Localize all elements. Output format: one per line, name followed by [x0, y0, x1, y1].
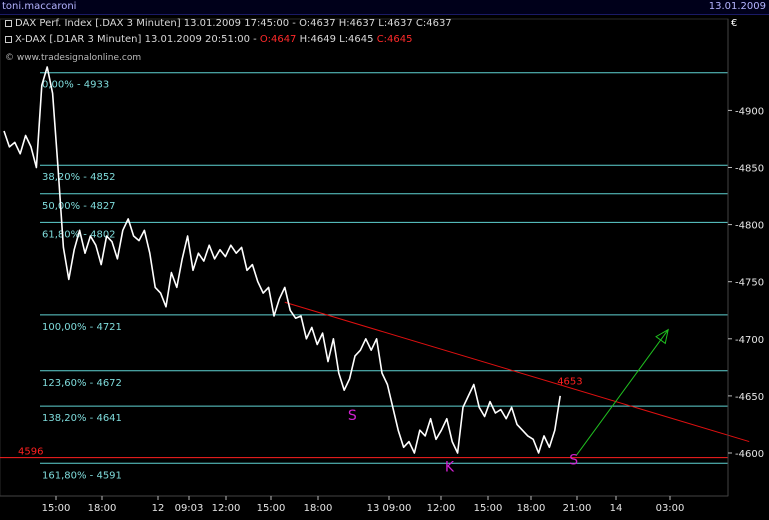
x-tick-label: 18:00	[517, 503, 546, 514]
y-tick-label: -4800	[735, 221, 764, 232]
y-tick-label: -4850	[735, 164, 764, 175]
fib-label: 161,80% - 4591	[42, 470, 122, 481]
title-bar: toni.maccaroni 13.01.2009	[0, 0, 769, 15]
x-tick-label: 12	[152, 503, 165, 514]
currency-symbol: €	[731, 18, 738, 29]
fib-label: 50,00% - 4827	[42, 201, 116, 212]
legend-dax-text: DAX Perf. Index [.DAX 3 Minuten] 13.01.2…	[15, 18, 452, 29]
fib-label: 138,20% - 4641	[42, 413, 122, 424]
user-name: toni.maccaroni	[2, 1, 77, 12]
y-tick-label: -4600	[735, 449, 764, 460]
legend-xdax-open: O:4647	[259, 34, 297, 45]
pattern-label: S	[569, 452, 578, 468]
fib-label: 38,20% - 4852	[42, 172, 116, 183]
x-tick-label: 03:00	[656, 503, 685, 514]
support-label: 4596	[18, 447, 43, 458]
x-tick-label: 12:00	[212, 503, 241, 514]
legend-dax: DAX Perf. Index [.DAX 3 Minuten] 13.01.2…	[5, 18, 452, 29]
x-tick-label: 14	[610, 503, 623, 514]
fib-label: 100,00% - 4721	[42, 322, 122, 333]
price-chart: 0,00% - 493338,20% - 485250,00% - 482761…	[0, 15, 769, 520]
legend-xdax-text-a: X-DAX [.D1AR 3 Minuten] 13.01.2009 20:51…	[15, 34, 260, 45]
legend-checkbox-icon[interactable]	[5, 19, 12, 27]
x-tick-label: 12:00	[427, 503, 456, 514]
pattern-label: S	[348, 408, 357, 424]
y-tick-label: -4650	[735, 392, 764, 403]
x-tick-label: 15:00	[474, 503, 503, 514]
x-tick-label: 21:00	[563, 503, 592, 514]
legend-xdax: X-DAX [.D1AR 3 Minuten] 13.01.2009 20:51…	[5, 34, 413, 45]
x-tick-label: 15:00	[42, 503, 71, 514]
x-tick-label: 18:00	[304, 503, 333, 514]
legend-checkbox-icon[interactable]	[5, 35, 12, 43]
y-tick-label: -4900	[735, 106, 764, 117]
legend-xdax-close: C:4645	[376, 34, 413, 45]
last-price-label: 4653	[557, 376, 582, 387]
y-tick-label: -4700	[735, 335, 764, 346]
x-tick-label: 13 09:00	[367, 503, 412, 514]
y-tick-label: -4750	[735, 278, 764, 289]
fib-label: 123,60% - 4672	[42, 378, 122, 389]
legend-xdax-text-b: H:4649 L:4645	[296, 34, 377, 45]
x-tick-label: 18:00	[88, 503, 117, 514]
header-date: 13.01.2009	[708, 1, 766, 12]
watermark: © www.tradesignalonline.com	[5, 53, 142, 63]
pattern-label: K	[445, 459, 455, 475]
x-tick-label: 15:00	[257, 503, 286, 514]
x-tick-label: 09:03	[175, 503, 204, 514]
